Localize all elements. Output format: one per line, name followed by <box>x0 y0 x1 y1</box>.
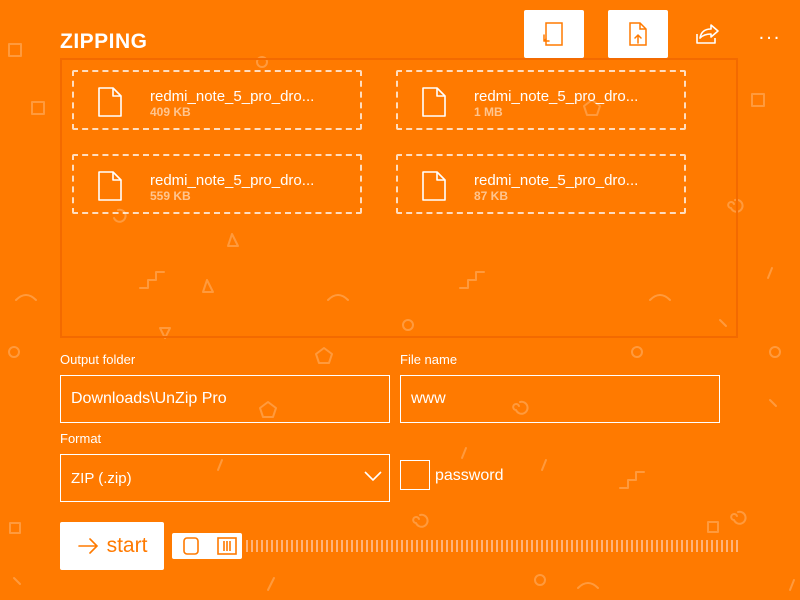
file-name-field[interactable] <box>400 375 720 423</box>
file-name: redmi_note_5_pro_dro... <box>150 172 315 189</box>
rotate-file-button[interactable] <box>524 10 584 58</box>
output-folder-label: Output folder <box>60 352 136 367</box>
password-label: password <box>435 467 504 484</box>
start-label: start <box>106 534 148 557</box>
start-button[interactable]: start <box>60 522 164 570</box>
chevron-down-icon <box>364 471 382 482</box>
file-item[interactable]: redmi_note_5_pro_dro... 409 KB <box>72 70 362 130</box>
compression-slider-track[interactable] <box>246 540 740 552</box>
file-size: 409 KB <box>150 105 191 119</box>
file-size: 87 KB <box>474 189 509 203</box>
file-name: redmi_note_5_pro_dro... <box>474 172 639 189</box>
export-file-button[interactable] <box>608 10 668 58</box>
page-title: ZIPPING <box>60 30 148 53</box>
file-name: redmi_note_5_pro_dro... <box>150 88 315 105</box>
slider-handle-icon <box>183 537 237 555</box>
compression-slider-thumb[interactable] <box>172 533 242 559</box>
password-checkbox[interactable] <box>400 460 430 490</box>
export-file-icon <box>629 22 647 46</box>
file-size: 559 KB <box>150 189 191 203</box>
arrow-right-icon <box>77 538 98 554</box>
file-name-label: File name <box>400 352 458 367</box>
file-item[interactable]: redmi_note_5_pro_dro... 559 KB <box>72 154 362 214</box>
file-icon <box>422 171 446 201</box>
file-icon <box>98 87 122 117</box>
share-button[interactable] <box>692 18 724 50</box>
share-icon <box>696 24 719 44</box>
file-item[interactable]: redmi_note_5_pro_dro... 1 MB <box>396 70 686 130</box>
more-icon: ... <box>758 21 782 44</box>
format-select[interactable]: ZIP (.zip) <box>60 454 390 502</box>
file-item[interactable]: redmi_note_5_pro_dro... 87 KB <box>396 154 686 214</box>
rotate-file-icon <box>543 22 563 46</box>
file-icon <box>98 171 122 201</box>
file-size: 1 MB <box>474 105 503 119</box>
format-label: Format <box>60 431 102 446</box>
output-folder-field[interactable] <box>60 375 390 423</box>
more-button[interactable]: ... <box>752 20 788 46</box>
format-selected-value: ZIP (.zip) <box>71 469 132 487</box>
file-name: redmi_note_5_pro_dro... <box>474 88 639 105</box>
file-icon <box>422 87 446 117</box>
